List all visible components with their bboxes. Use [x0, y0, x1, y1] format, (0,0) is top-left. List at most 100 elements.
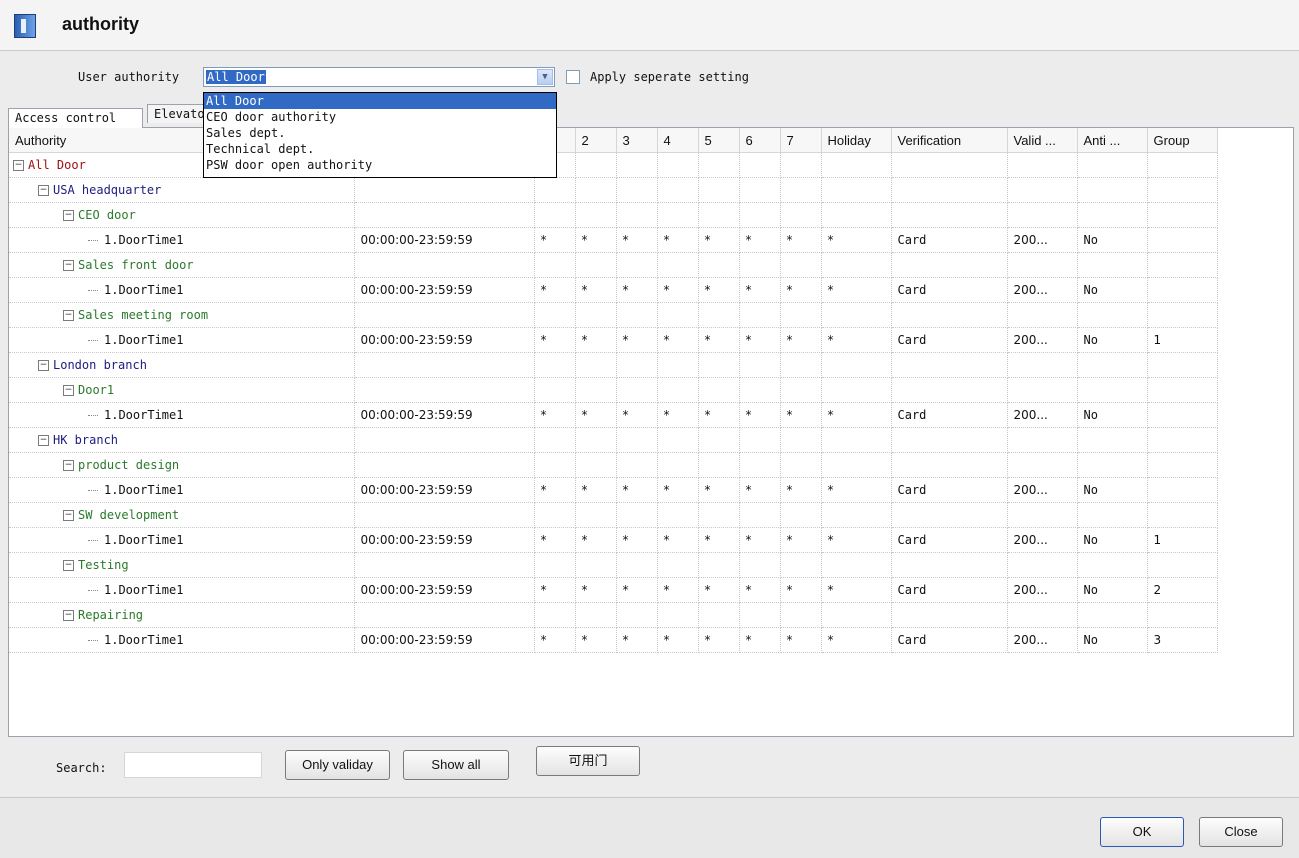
day-cell: * [657, 577, 699, 603]
group-cell: 1 [1147, 327, 1218, 353]
authority-cell: 1.DoorTime1 [9, 577, 355, 603]
empty-cell [739, 152, 781, 178]
ok-button[interactable]: OK [1100, 817, 1184, 847]
user-authority-dropdown-list[interactable]: All Door CEO door authority Sales dept. Tec… [203, 92, 557, 178]
collapse-icon[interactable]: − [63, 460, 74, 471]
collapse-icon[interactable]: − [38, 185, 49, 196]
table-row[interactable]: − USA headquarter [9, 177, 1218, 203]
day-cell: * [821, 402, 892, 428]
empty-cell [1077, 377, 1148, 403]
empty-cell [354, 177, 535, 203]
empty-cell [891, 202, 1008, 228]
day-cell: * [534, 402, 576, 428]
collapse-icon[interactable]: − [63, 260, 74, 271]
day-cell: * [575, 627, 617, 653]
empty-cell [534, 252, 576, 278]
dropdown-option[interactable]: Technical dept. [204, 141, 556, 157]
column-header[interactable]: 2 [575, 128, 617, 153]
valid-cell: 200... [1007, 627, 1078, 653]
dropdown-option[interactable]: PSW door open authority [204, 157, 556, 173]
column-header[interactable]: Valid ... [1007, 128, 1078, 153]
show-all-button[interactable]: Show all [403, 750, 509, 780]
table-row[interactable]: − All Door [9, 152, 1218, 178]
collapse-icon[interactable]: − [63, 210, 74, 221]
table-row[interactable]: − Testing [9, 552, 1218, 578]
empty-cell [780, 427, 822, 453]
empty-cell [616, 452, 658, 478]
table-row[interactable]: − HK branch [9, 427, 1218, 453]
table-row[interactable]: 1.DoorTime1 00:00:00-23:59:59 * * * * * * * * Card… [9, 402, 1218, 428]
empty-cell [739, 202, 781, 228]
chevron-down-icon[interactable]: ▼ [537, 69, 553, 85]
column-header[interactable]: 3 [616, 128, 658, 153]
empty-cell [698, 452, 740, 478]
tree-node-label: 1.DoorTime1 [104, 333, 184, 347]
day-cell: * [780, 227, 822, 253]
tree-node-label: 1.DoorTime1 [104, 633, 184, 647]
column-header[interactable]: 5 [698, 128, 740, 153]
empty-cell [780, 352, 822, 378]
collapse-icon[interactable]: − [38, 360, 49, 371]
table-row[interactable]: 1.DoorTime1 00:00:00-23:59:59 * * * * * * * * Card… [9, 627, 1218, 653]
empty-cell [1077, 602, 1148, 628]
empty-cell [698, 502, 740, 528]
search-input[interactable] [124, 752, 262, 778]
table-row[interactable]: 1.DoorTime1 00:00:00-23:59:59 * * * * * * * * Card… [9, 277, 1218, 303]
collapse-icon[interactable]: − [63, 610, 74, 621]
collapse-icon[interactable]: − [63, 560, 74, 571]
table-row[interactable]: − Sales front door [9, 252, 1218, 278]
day-cell: * [821, 477, 892, 503]
table-row[interactable]: 1.DoorTime1 00:00:00-23:59:59 * * * * * * * * Card… [9, 227, 1218, 253]
table-row[interactable]: 1.DoorTime1 00:00:00-23:59:59 * * * * * * * * Card… [9, 527, 1218, 553]
column-header[interactable]: 6 [739, 128, 781, 153]
empty-cell [575, 302, 617, 328]
table-row[interactable]: − Door1 [9, 377, 1218, 403]
empty-cell [354, 252, 535, 278]
empty-cell [780, 552, 822, 578]
apply-separate-checkbox[interactable] [566, 70, 580, 84]
table-row[interactable]: − Repairing [9, 602, 1218, 628]
empty-cell [534, 552, 576, 578]
column-header[interactable]: 7 [780, 128, 822, 153]
empty-cell [1147, 502, 1218, 528]
collapse-icon[interactable]: − [13, 160, 24, 171]
collapse-icon[interactable]: − [63, 510, 74, 521]
table-row[interactable]: 1.DoorTime1 00:00:00-23:59:59 * * * * * * * * Card… [9, 477, 1218, 503]
authority-cell: − London branch [9, 352, 355, 378]
collapse-icon[interactable]: − [38, 435, 49, 446]
table-row[interactable]: − Sales meeting room [9, 302, 1218, 328]
table-row[interactable]: 1.DoorTime1 00:00:00-23:59:59 * * * * * * * * Card… [9, 327, 1218, 353]
close-button[interactable]: Close [1199, 817, 1283, 847]
empty-cell [1077, 252, 1148, 278]
table-row[interactable]: − product design [9, 452, 1218, 478]
empty-cell [739, 352, 781, 378]
empty-cell [575, 502, 617, 528]
day-cell: * [780, 577, 822, 603]
only-validay-button[interactable]: Only validay [285, 750, 390, 780]
table-row[interactable]: − CEO door [9, 202, 1218, 228]
tree-node-label: 1.DoorTime1 [104, 408, 184, 422]
column-header[interactable]: 4 [657, 128, 699, 153]
available-doors-button[interactable]: 可用门 [536, 746, 640, 776]
column-header[interactable]: Group [1147, 128, 1218, 153]
user-authority-select[interactable]: All Door ▼ [203, 67, 555, 87]
column-header[interactable]: Anti ... [1077, 128, 1148, 153]
verification-cell: Card [891, 477, 1008, 503]
collapse-icon[interactable]: − [63, 310, 74, 321]
dropdown-option[interactable]: All Door [204, 93, 556, 109]
column-header[interactable]: Verification [891, 128, 1008, 153]
column-header[interactable]: Holiday [821, 128, 892, 153]
empty-cell [1007, 302, 1078, 328]
tab-access-control[interactable]: Access control [8, 108, 143, 128]
table-row[interactable]: 1.DoorTime1 00:00:00-23:59:59 * * * * * * * * Card… [9, 577, 1218, 603]
table-row[interactable]: − London branch [9, 352, 1218, 378]
time-range-cell: 00:00:00-23:59:59 [354, 327, 535, 353]
collapse-icon[interactable]: − [63, 385, 74, 396]
tree-connector [88, 415, 98, 416]
table-row[interactable]: − SW development [9, 502, 1218, 528]
empty-cell [575, 427, 617, 453]
empty-cell [698, 602, 740, 628]
dropdown-option[interactable]: CEO door authority [204, 109, 556, 125]
day-cell: * [698, 577, 740, 603]
dropdown-option[interactable]: Sales dept. [204, 125, 556, 141]
